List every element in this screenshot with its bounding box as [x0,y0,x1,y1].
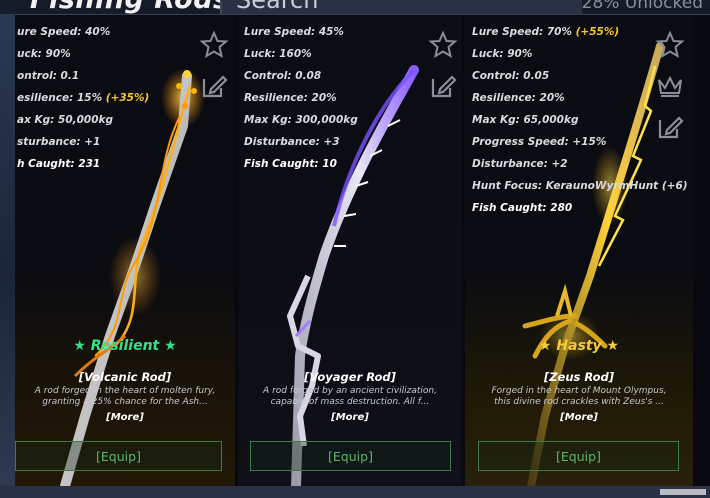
unlocked-percentage: 28% Unlocked [581,0,703,13]
mutation-text: Hasty [556,338,602,354]
equip-button[interactable]: [Equip] [15,441,222,471]
rod-name: [Zeus Rod] [543,370,615,384]
edit-icon[interactable] [199,71,229,101]
star-icon[interactable] [428,30,458,60]
rod-description-line: A rod forged in the heart of molten fury… [34,386,216,396]
stat-fish-caught: Fish Caught: 10 [244,158,337,170]
edit-icon[interactable] [428,71,458,101]
edit-icon[interactable] [655,112,685,142]
page-title: Fishing Rods [30,0,230,15]
search-input[interactable]: Search [236,0,318,14]
rod-description-line: Forged in the heart of Mount Olympus, [491,386,667,396]
rod-description-line: A rod forged by an ancient civilization, [263,386,437,396]
equip-button[interactable]: [Equip] [478,441,679,471]
rod-card-zeus[interactable]: Lure Speed: 70% (+55%) Luck: 90% Control… [465,16,693,486]
equip-button[interactable]: [Equip] [250,441,451,471]
mutation-label: ★ Resilient ★ [15,338,235,354]
star-icon[interactable] [655,30,685,60]
stat-resilience-bonus: (+35%) [105,92,150,104]
stat-hunt-focus: Hunt Focus: KeraunoWyrmHunt (+6) [472,180,688,192]
stat-max-kg: Max Kg: 300,000kg [244,114,358,126]
stat-lure-speed-bonus: (+55%) [575,26,620,38]
stat-lure-speed: Lure Speed: 45% [244,26,344,38]
rod-card-voyager[interactable]: Lure Speed: 45% Luck: 160% Control: 0.08… [238,16,462,486]
sparkle-icon: ★ [606,338,620,354]
stat-fish-caught: Fish Caught: 280 [472,202,573,214]
horizontal-scrollbar[interactable] [660,489,706,495]
rod-stats: ure Speed: 40% uck: 90% ontrol: 0.1 esil… [17,21,149,175]
stat-luck: Luck: 160% [244,48,312,60]
stat-resilience: esilience: 15% (+35%) [17,87,149,109]
rod-description: Forged in the heart of Mount Olympus, th… [475,386,683,408]
background-bottom [0,486,710,498]
mutation-label: ★ Hasty ★ [465,338,693,354]
crown-icon[interactable] [655,71,685,101]
more-link[interactable]: [More] [15,412,235,423]
stat-lure-speed-value: Lure Speed: 70% [472,26,572,38]
stat-disturbance: sturbance: +1 [17,136,101,148]
stat-resilience: Resilience: 20% [244,92,337,104]
rod-description-line: granting a 25% chance for the Ash... [42,397,208,407]
stat-lure-speed: ure Speed: 40% [17,26,111,38]
rod-card-volcanic[interactable]: ure Speed: 40% uck: 90% ontrol: 0.1 esil… [15,16,235,486]
sparkle-icon: ★ [73,338,86,354]
star-icon[interactable] [199,30,229,60]
mutation-text: Resilient [90,338,160,354]
sparkle-icon: ★ [164,338,177,354]
stat-control: ontrol: 0.1 [17,70,80,82]
rod-description-line: capable of mass destruction. All f... [270,397,430,407]
stat-max-kg: ax Kg: 50,000kg [17,114,114,126]
more-link[interactable]: [More] [238,412,462,423]
stat-disturbance: Disturbance: +2 [472,158,568,170]
stat-luck: uck: 90% [17,48,71,60]
stat-control: Control: 0.08 [244,70,322,82]
rod-description-line: this divine rod crackles with Zeus's ... [494,397,664,407]
stat-disturbance: Disturbance: +3 [244,136,340,148]
stat-resilience-value: esilience: 15% [17,92,103,104]
rod-description: A rod forged by an ancient civilization,… [248,386,452,408]
rod-name: [Volcanic Rod] [78,370,172,384]
sparkle-icon: ★ [538,338,552,354]
stat-fish-caught: h Caught: 231 [17,158,101,170]
rod-name: [Voyager Rod] [304,370,396,384]
more-link[interactable]: [More] [465,412,693,423]
rod-stats: Lure Speed: 45% Luck: 160% Control: 0.08… [244,21,358,175]
rod-description: A rod forged in the heart of molten fury… [25,386,225,408]
